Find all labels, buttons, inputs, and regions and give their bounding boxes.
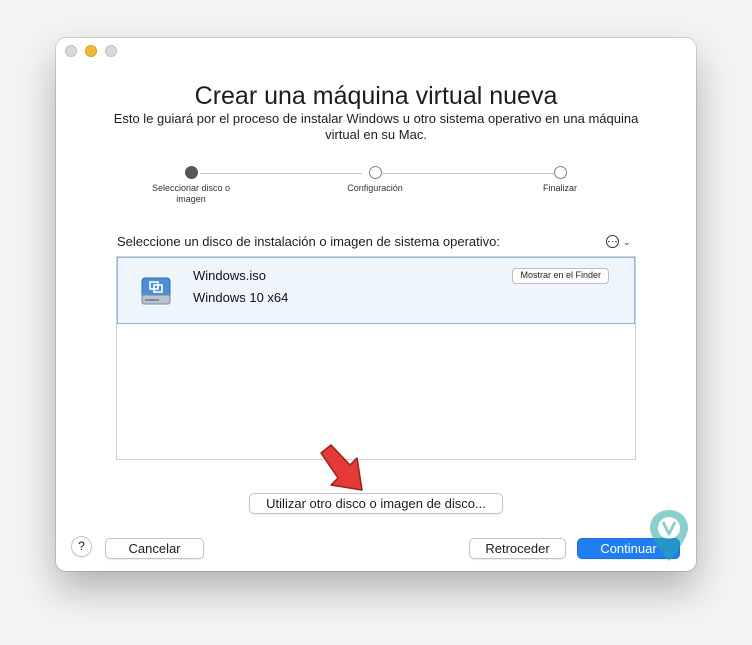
step-connector <box>200 173 362 174</box>
step-dot-select-disk <box>185 166 198 179</box>
page-subtitle: Esto le guiará por el proceso de instala… <box>113 111 639 142</box>
list-item[interactable]: Windows.iso Windows 10 x64 Mostrar en el… <box>117 257 635 324</box>
pointer-arrow-icon <box>319 443 369 500</box>
step-dot-finish <box>554 166 567 179</box>
cancel-button[interactable]: Cancelar <box>105 538 204 559</box>
disk-image-icon <box>140 275 172 312</box>
disk-list[interactable]: Windows.iso Windows 10 x64 Mostrar en el… <box>116 256 636 460</box>
use-other-disk-button[interactable]: Utilizar otro disco o imagen de disco... <box>249 493 503 514</box>
disk-name: Windows.iso <box>193 268 266 283</box>
back-button[interactable]: Retroceder <box>469 538 566 559</box>
progress-steps: Seleccionar disco o imagen Configuración… <box>56 166 696 216</box>
disk-os: Windows 10 x64 <box>193 290 289 305</box>
show-in-finder-button[interactable]: Mostrar en el Finder <box>512 268 609 284</box>
disk-list-header: Seleccione un disco de instalación o ima… <box>117 234 501 249</box>
close-window-button[interactable] <box>65 45 77 57</box>
help-button[interactable]: ? <box>71 536 92 557</box>
watermark-logo-icon <box>646 507 692 570</box>
list-options-button[interactable]: ⌄ <box>606 235 631 248</box>
page-title: Crear una máquina virtual nueva <box>194 82 558 110</box>
window-controls <box>65 45 117 57</box>
step-label-configuration: Configuración <box>347 183 403 193</box>
zoom-window-button[interactable] <box>105 45 117 57</box>
vm-assistant-window: Crear una máquina virtual nueva Esto le … <box>56 38 696 571</box>
step-label-select-disk: Seleccionar disco o imagen <box>151 183 231 204</box>
ellipsis-icon <box>606 235 619 248</box>
step-connector <box>382 173 554 174</box>
chevron-down-icon: ⌄ <box>623 236 631 247</box>
step-dot-configuration <box>369 166 382 179</box>
minimize-window-button[interactable] <box>85 45 97 57</box>
step-label-finish: Finalizar <box>542 183 577 193</box>
